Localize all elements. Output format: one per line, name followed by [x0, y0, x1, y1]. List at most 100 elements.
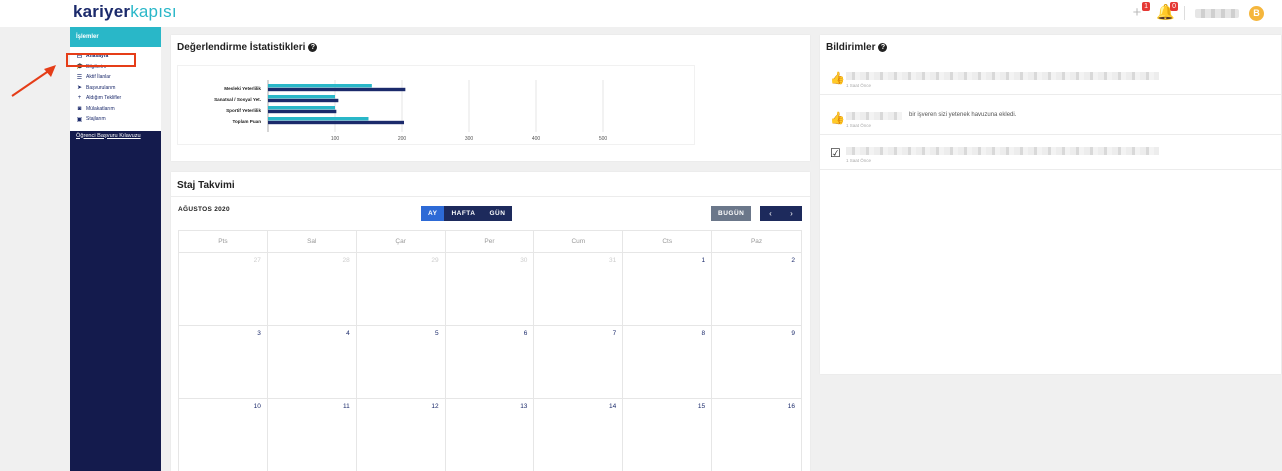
chart-category-label: Mesleki Yeterlilik — [224, 86, 261, 91]
calendar-day-cell[interactable]: 6 — [446, 326, 535, 398]
calendar-day-cell[interactable]: 2 — [712, 253, 801, 325]
calendar-day-cell[interactable]: 11 — [268, 399, 357, 471]
kariyerkapisi-logo[interactable]: kariyerkapısı — [73, 2, 177, 22]
chart-bar — [268, 109, 337, 114]
stats-title-text: Değerlendirme İstatistikleri — [177, 42, 306, 53]
calendar-week-row: 27 28 29 30 31 1 2 — [178, 253, 802, 326]
calendar-day-cell[interactable]: 10 — [179, 399, 268, 471]
chart-category-label: Sportif Yeterlilik — [226, 108, 261, 113]
bell-badge: 0 — [1170, 2, 1178, 11]
sidebar-item-stajlarim[interactable]: ▣ Stajlarım — [70, 114, 161, 125]
bell-icon[interactable]: 🔔 0 — [1156, 2, 1178, 22]
redacted-text — [846, 72, 1159, 80]
divider — [171, 196, 810, 197]
top-bar: kariyerkapısı +1 🔔 0 B — [0, 0, 1282, 27]
calendar-day-cell[interactable]: 8 — [623, 326, 713, 398]
calendar-title: Staj Takvimi — [177, 180, 235, 191]
help-icon[interactable]: ? — [878, 43, 888, 52]
calendar-grid: Pts Sal Çar Per Cum Cts Paz 27 28 29 30 31 1 2 3 4 5 6 7 8… — [178, 230, 802, 471]
chart-bar — [268, 87, 406, 92]
plus-icon: + — [77, 95, 82, 102]
guide-link[interactable]: Öğrenci Başvuru Kılavuzu — [70, 131, 161, 139]
redacted-text — [846, 112, 902, 120]
calendar-day-cell[interactable]: 5 — [357, 326, 446, 398]
view-month-button[interactable]: AY — [421, 206, 445, 221]
view-day-button[interactable]: GÜN — [482, 206, 513, 221]
chart-bar — [268, 120, 405, 125]
logo-bold-text: kariyer — [73, 2, 131, 21]
calendar-day-cell[interactable]: 15 — [623, 399, 713, 471]
notification-item[interactable]: ☑ 1 Saat Önce — [820, 137, 1281, 170]
chart-category-label: Toplam Puan — [233, 119, 262, 124]
avatar[interactable]: B — [1249, 5, 1264, 21]
stats-card-title: Değerlendirme İstatistikleri ? — [171, 35, 810, 53]
thumbs-up-icon: 👍 — [830, 111, 845, 125]
weekday-label: Cts — [623, 231, 713, 253]
chevron-left-icon[interactable]: ‹ — [760, 206, 781, 221]
notification-item[interactable]: 👍 bir işveren sizi yetenek havuzuna ekle… — [820, 102, 1281, 135]
calendar-week-row: 3456789 — [178, 326, 802, 399]
calendar-day-cell[interactable]: 13 — [446, 399, 535, 471]
calendar-day-cell[interactable]: 12 — [357, 399, 446, 471]
chart-tick-label: 100 — [331, 136, 340, 142]
help-icon[interactable]: ? — [308, 43, 318, 52]
weekday-label: Per — [446, 231, 535, 253]
annotation-highlight-box — [66, 53, 136, 67]
calendar-day-cell[interactable]: 1 — [623, 253, 713, 325]
weekday-label: Cum — [534, 231, 624, 253]
user-name-blurred[interactable] — [1195, 8, 1239, 18]
today-button[interactable]: BUGÜN — [711, 206, 752, 221]
calendar-day-cell[interactable]: 30 — [446, 253, 535, 325]
chart-tick-label: 200 — [398, 136, 407, 142]
logo-light-text: kapısı — [130, 2, 177, 21]
notification-text: bir işveren sizi yetenek havuzuna ekledi… — [909, 112, 1017, 118]
calendar-day-cell[interactable]: 16 — [712, 399, 801, 471]
sidebar-item-aktif-ilanlar[interactable]: ☰ Aktif İlanlar — [70, 72, 161, 83]
sidebar-item-basvurularim[interactable]: ➤ Başvurularım — [70, 83, 161, 94]
sidebar: İşlemler ▭ Anasayfa 🎓 Bilgilerim ☰ Aktif… — [70, 27, 161, 471]
add-icon[interactable]: +1 — [1128, 2, 1150, 22]
chart-tick-label: 400 — [532, 136, 541, 142]
calendar-day-cell[interactable]: 31 — [534, 253, 624, 325]
calendar-day-cell[interactable]: 28 — [268, 253, 357, 325]
calendar-day-cell[interactable]: 3 — [179, 326, 268, 398]
calendar-weekday-header: Pts Sal Çar Per Cum Cts Paz — [178, 230, 802, 253]
calendar-day-cell[interactable]: 4 — [268, 326, 357, 398]
notification-item[interactable]: 👍 1 Saat Önce — [820, 62, 1281, 95]
list-icon: ☰ — [76, 74, 83, 81]
weekday-label: Sal — [268, 231, 357, 253]
chart-bar — [268, 95, 335, 99]
chevron-right-icon[interactable]: › — [781, 206, 802, 221]
paper-plane-icon: ➤ — [76, 85, 83, 92]
stats-chart-svg: 100 200 300 400 500 Mesleki Yeterlilik Sanatsa… — [214, 80, 608, 142]
calendar-nav: ‹ › — [760, 206, 802, 221]
sidebar-heading: İşlemler — [70, 27, 161, 47]
chart-tick-label: 500 — [599, 136, 608, 142]
briefcase-icon: ▣ — [76, 116, 83, 123]
sidebar-item-mulakatlarim[interactable]: ◙ Mülakatlarım — [70, 104, 161, 115]
calendar-day-cell[interactable]: 27 — [179, 253, 268, 325]
calendar-day-cell[interactable]: 29 — [357, 253, 446, 325]
stats-chart: 100 200 300 400 500 Mesleki Yeterlilik Sanatsa… — [177, 65, 695, 145]
calendar-month-label: AĞUSTOS 2020 — [178, 206, 230, 213]
calendar-day-cell[interactable]: 7 — [534, 326, 624, 398]
annotation-arrow-icon — [11, 65, 56, 97]
sidebar-item-label: Başvurularım — [86, 84, 116, 91]
check-square-icon: ☑ — [830, 146, 841, 160]
view-toggle: AY HAFTA GÜN — [421, 206, 513, 221]
notifications-title: Bildirimler ? — [820, 35, 1281, 53]
sidebar-item-label: Mülakatlarım — [86, 105, 115, 112]
sidebar-item-label: Aldığım Teklifler — [86, 95, 122, 102]
view-week-button[interactable]: HAFTA — [444, 206, 483, 221]
notifications-card: Bildirimler ? 👍 1 Saat Önce 👍 bir işvere… — [820, 35, 1281, 374]
sidebar-item-label: Stajlarım — [86, 116, 106, 123]
calendar-day-cell[interactable]: 14 — [534, 399, 624, 471]
calendar-day-cell[interactable]: 9 — [712, 326, 801, 398]
weekday-label: Pts — [179, 231, 268, 253]
sidebar-item-aldigim-teklifler[interactable]: + Aldığım Teklifler — [70, 93, 161, 104]
chart-tick-label: 300 — [465, 136, 474, 142]
divider — [1184, 6, 1185, 20]
redacted-text — [846, 147, 1159, 155]
stats-card: Değerlendirme İstatistikleri ? 100 200 300… — [171, 35, 810, 161]
chart-category-label: Sanatsal / Sosyal Yet. — [214, 97, 261, 102]
